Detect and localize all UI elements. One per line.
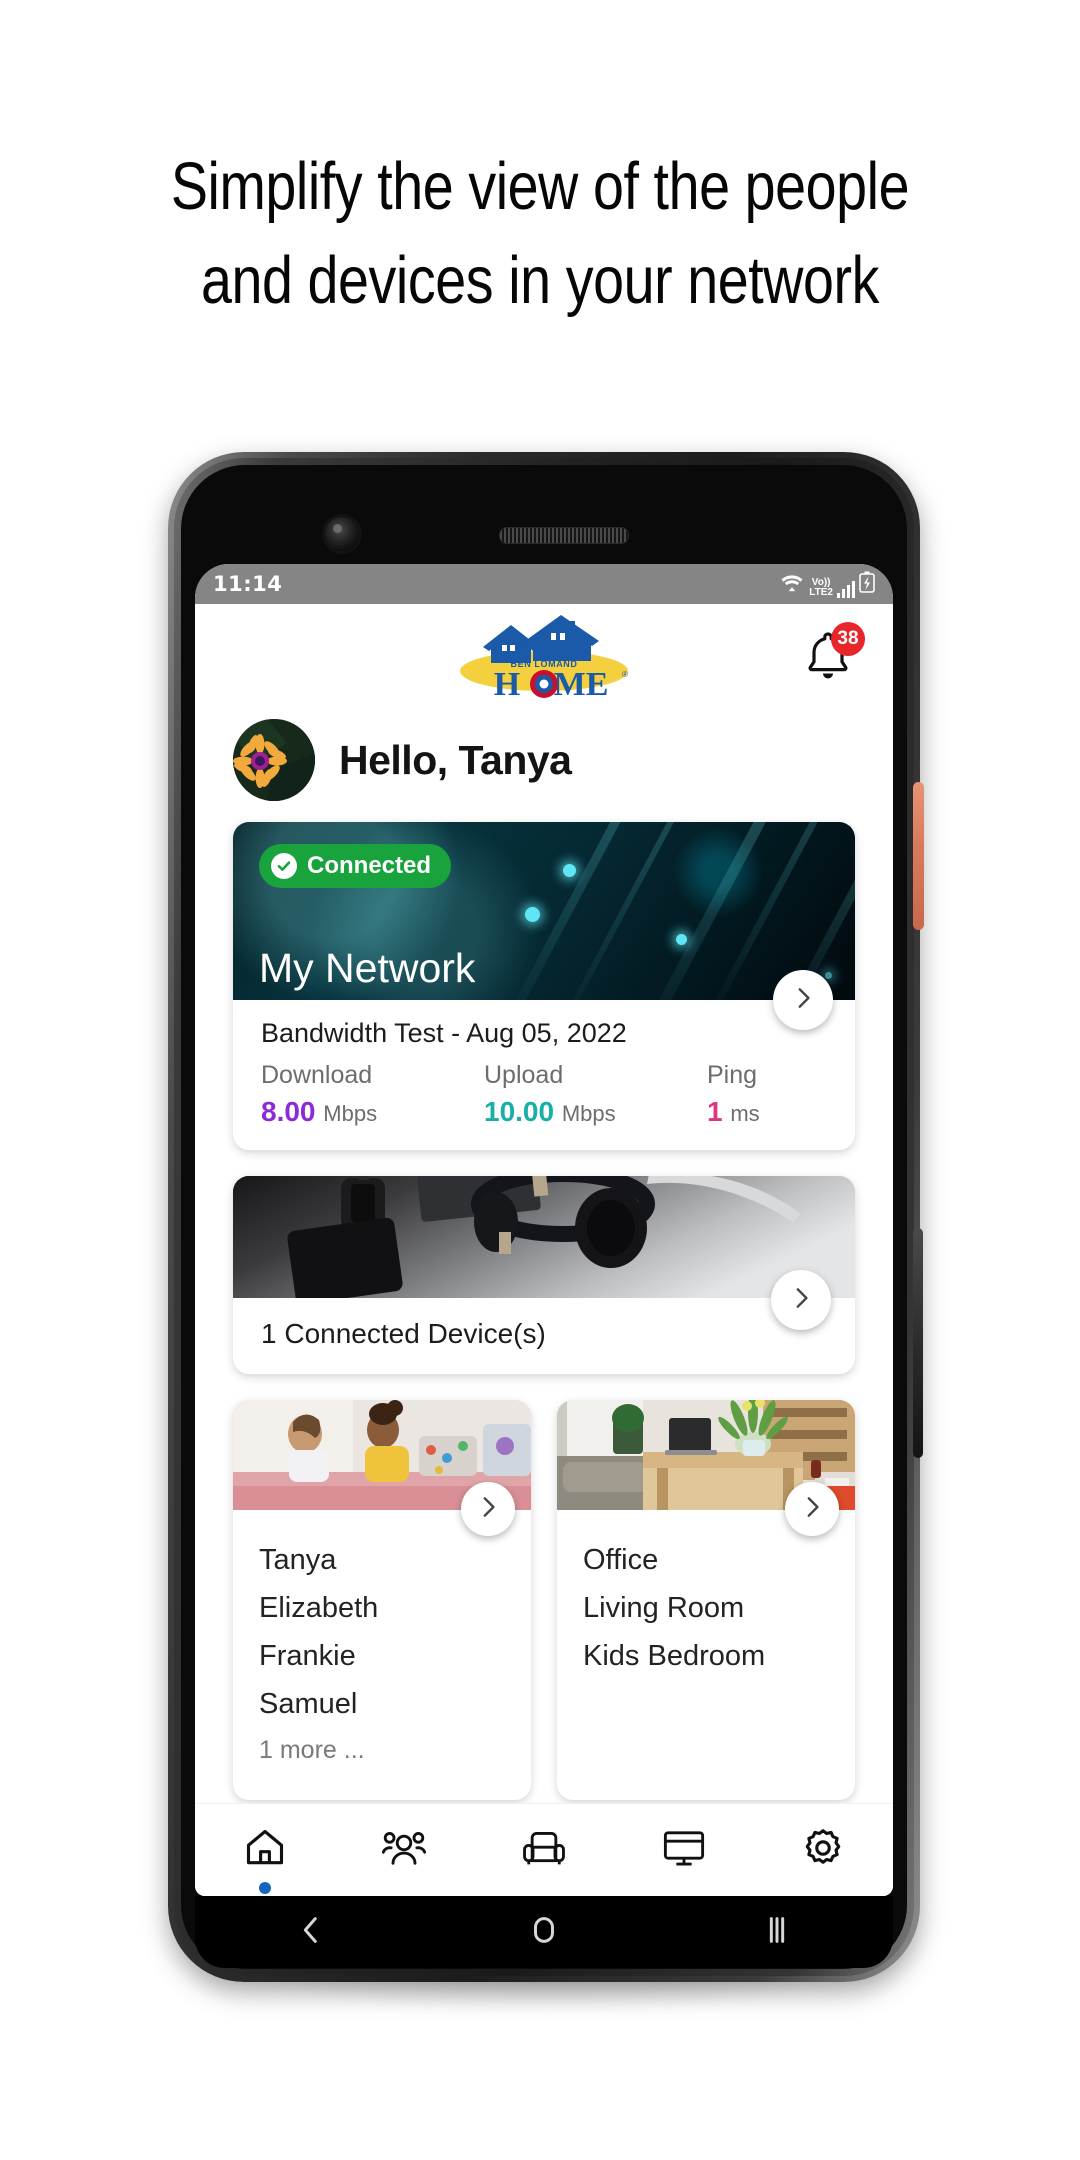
chevron-right-icon [799,1494,825,1525]
bandwidth-test-title: Bandwidth Test - Aug 05, 2022 [261,1018,627,1048]
headline-line-2: and devices in your network [200,243,880,318]
status-bar-icons: Vo)) LTE2 [779,571,875,598]
my-network-title: My Network [259,945,476,991]
check-circle-icon [271,853,297,879]
status-bar-clock: 11:14 [213,572,283,596]
nav-item-home[interactable] [233,1818,297,1894]
phone-screen: 11:14 Vo)) LTE2 BEN LOMAND H ME ® 38 Hel… [195,564,893,1896]
list-item[interactable]: Frankie [259,1632,505,1680]
things-hero-image: Things [233,1176,855,1298]
phone-mockup: 11:14 Vo)) LTE2 BEN LOMAND H ME ® 38 Hel… [168,452,924,2042]
monitor-icon [662,1826,706,1875]
status-bar: 11:14 Vo)) LTE2 [195,564,893,604]
chevron-right-icon [790,985,816,1016]
wifi-icon [779,573,805,598]
marketing-headline: Simplify the view of the people and devi… [92,140,988,328]
svg-text:®: ® [622,670,628,679]
front-camera-icon [325,517,359,551]
list-item[interactable]: Tanya [259,1536,505,1584]
bandwidth-metrics-row: Download 8.00 Mbps Upload 10.00 Mbps Pin… [261,1061,827,1128]
battery-charging-icon [859,571,875,598]
earpiece-speaker [499,527,629,544]
svg-text:H: H [494,666,520,701]
notifications-button[interactable]: 38 [803,622,865,686]
metric-value: 1 ms [707,1096,760,1127]
metric-value: 10.00 Mbps [484,1096,616,1127]
user-avatar[interactable] [233,719,315,801]
list-item[interactable]: Kids Bedroom [583,1632,829,1680]
people-list: Tanya Elizabeth Frankie Samuel 1 more ..… [233,1510,531,1800]
list-item[interactable]: Samuel [259,1680,505,1728]
ben-lomand-home-logo: BEN LOMAND H ME ® [455,615,633,701]
nav-item-people[interactable] [372,1818,436,1882]
places-list: Office Living Room Kids Bedroom [557,1510,855,1708]
metric-upload: Upload 10.00 Mbps [484,1061,707,1128]
people-card[interactable]: People Tanya Elizabeth Frankie Samuel 1 … [233,1400,531,1800]
bottom-navigation-bar [195,1803,893,1896]
people-icon [382,1826,427,1875]
list-item[interactable]: Living Room [583,1584,829,1632]
metric-ping: Ping 1 ms [707,1061,827,1128]
chevron-right-icon [788,1285,814,1316]
power-button[interactable] [913,782,924,930]
metric-value: 8.00 Mbps [261,1096,378,1127]
bandwidth-test-section: Bandwidth Test - Aug 05, 2022 Download 8… [233,1000,855,1150]
things-subtitle: 1 Connected Device(s) [261,1318,546,1349]
svg-text:ME: ME [554,666,609,701]
headline-line-1: Simplify the view of the people [170,149,910,224]
connection-status-badge: Connected [259,844,452,888]
volte-icon: Vo)) LTE2 [809,576,833,598]
places-card[interactable]: Places Office Living Room Kids Bedroom [557,1400,855,1800]
armchair-icon [522,1826,566,1875]
recents-icon[interactable] [760,1913,794,1952]
metric-label: Upload [484,1061,564,1089]
nav-item-things[interactable] [652,1818,716,1882]
people-more-label[interactable]: 1 more ... [259,1728,505,1772]
metric-download: Download 8.00 Mbps [261,1061,484,1128]
people-chevron-button[interactable] [461,1482,515,1536]
volume-button[interactable] [913,1228,923,1458]
list-item[interactable]: Elizabeth [259,1584,505,1632]
signal-bars-icon [837,580,855,598]
list-item[interactable]: Office [583,1536,829,1584]
app-header: BEN LOMAND H ME ® 38 [195,604,893,712]
my-network-chevron-button[interactable] [773,970,833,1030]
things-chevron-button[interactable] [771,1270,831,1330]
home-circle-icon[interactable] [527,1913,561,1952]
greeting-row: Hello, Tanya [195,712,893,808]
things-card[interactable]: Things 1 Connected Device(s) [233,1176,855,1374]
notification-count-badge: 38 [831,622,865,656]
greeting-text: Hello, Tanya [339,736,572,783]
metric-label: Ping [707,1061,758,1089]
bell-icon [803,632,853,686]
android-system-nav [195,1896,893,1968]
back-icon[interactable] [294,1913,328,1952]
metric-label: Download [261,1061,373,1089]
chevron-right-icon [475,1494,501,1525]
active-tab-indicator [258,1882,271,1894]
nav-item-places[interactable] [512,1818,576,1882]
connection-status-label: Connected [307,852,432,879]
home-icon [243,1826,287,1875]
my-network-hero-image: Connected My Network [233,822,855,1000]
nav-item-settings[interactable] [791,1818,855,1882]
my-network-card[interactable]: Connected My Network Bandwidth Test - Au… [233,822,855,1150]
people-places-row: People Tanya Elizabeth Frankie Samuel 1 … [233,1400,855,1800]
places-chevron-button[interactable] [785,1482,839,1536]
gear-icon [801,1826,845,1875]
